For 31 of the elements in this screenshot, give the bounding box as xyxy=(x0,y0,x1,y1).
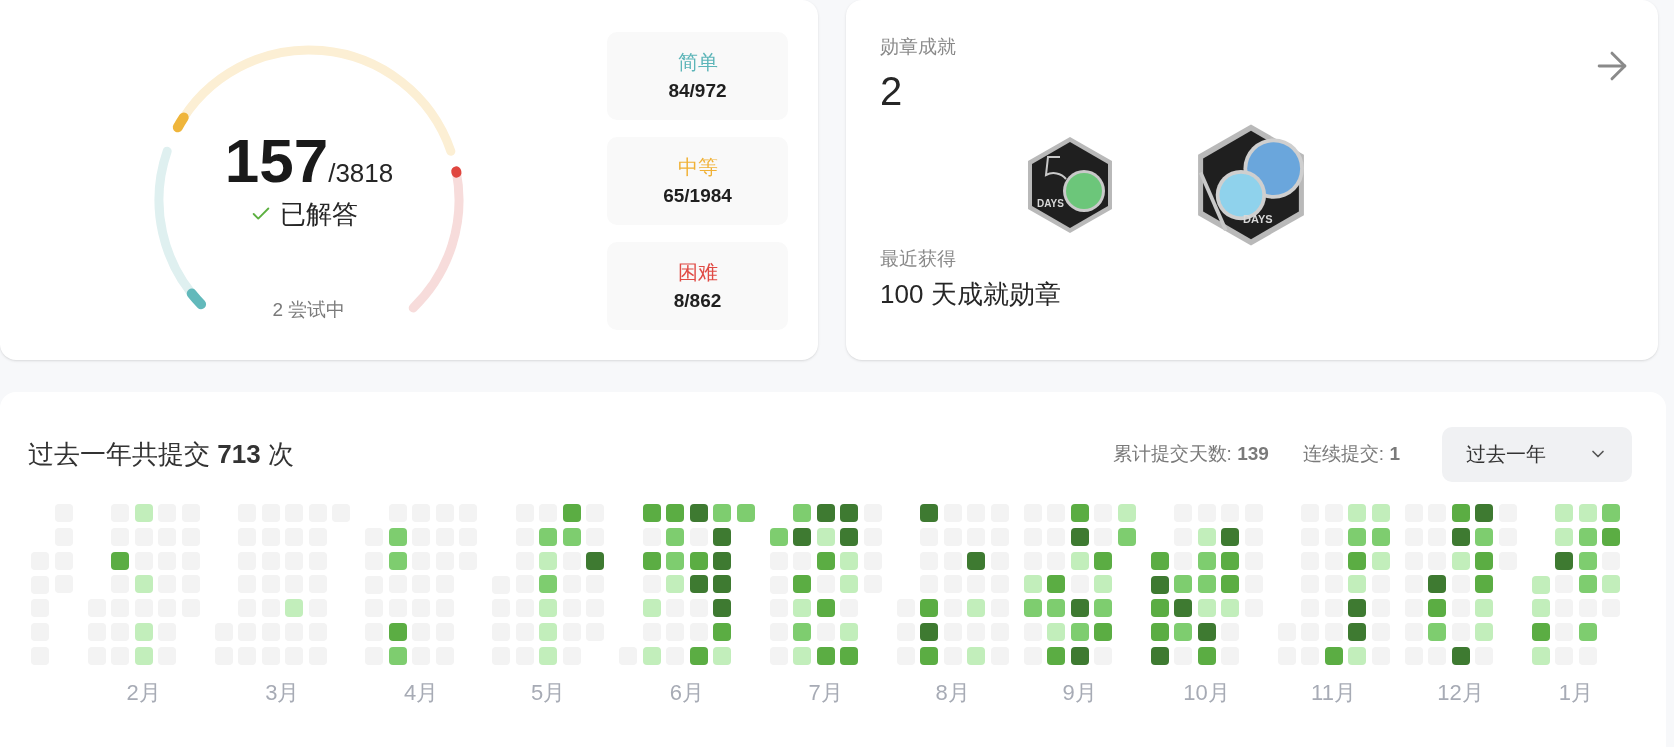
month-label: 12月 xyxy=(1437,679,1484,707)
month-label: 9月 xyxy=(1062,679,1097,707)
streak: 连续提交: 1 xyxy=(1302,441,1400,466)
month-label: 11月 xyxy=(1311,679,1356,707)
month-label: 4月 xyxy=(403,679,439,707)
difficulty-label: 简单 xyxy=(677,50,718,75)
badges-title: 勋章成就 xyxy=(880,35,956,59)
total-days: 累计提交天数: 139 xyxy=(1112,439,1269,469)
month-label: 2月 xyxy=(126,679,161,707)
recent-achievement-title: 100 天成就勋章 xyxy=(880,278,1062,311)
badge-caption: DAYS xyxy=(1037,199,1064,209)
month-label: 7月 xyxy=(808,679,843,707)
month-label: 5月 xyxy=(530,679,566,707)
range-dropdown[interactable]: 过去一年 xyxy=(1442,426,1632,482)
month-label: 1月 xyxy=(1558,679,1593,707)
recent-label: 最近获得 xyxy=(880,247,957,271)
total-count: /3818 xyxy=(328,158,394,190)
difficulty-value: 65/1984 xyxy=(663,184,732,208)
difficulty-label: 困难 xyxy=(677,260,718,285)
difficulty-label: 中等 xyxy=(677,155,718,180)
month-label: 3月 xyxy=(265,679,300,707)
difficulty-value: 8/862 xyxy=(673,289,722,313)
badges-count: 2 xyxy=(880,68,904,115)
attempting-label: 2 尝试中 xyxy=(272,298,346,322)
solved-count: 157 xyxy=(224,126,329,196)
month-label: 8月 xyxy=(935,679,970,707)
month-label: 10月 xyxy=(1183,679,1230,707)
solved-label: 已解答 xyxy=(280,198,358,231)
difficulty-value: 84/972 xyxy=(668,79,727,103)
month-label: 6月 xyxy=(669,679,704,707)
submissions-title: 过去一年共提交 713 次 xyxy=(28,437,294,471)
